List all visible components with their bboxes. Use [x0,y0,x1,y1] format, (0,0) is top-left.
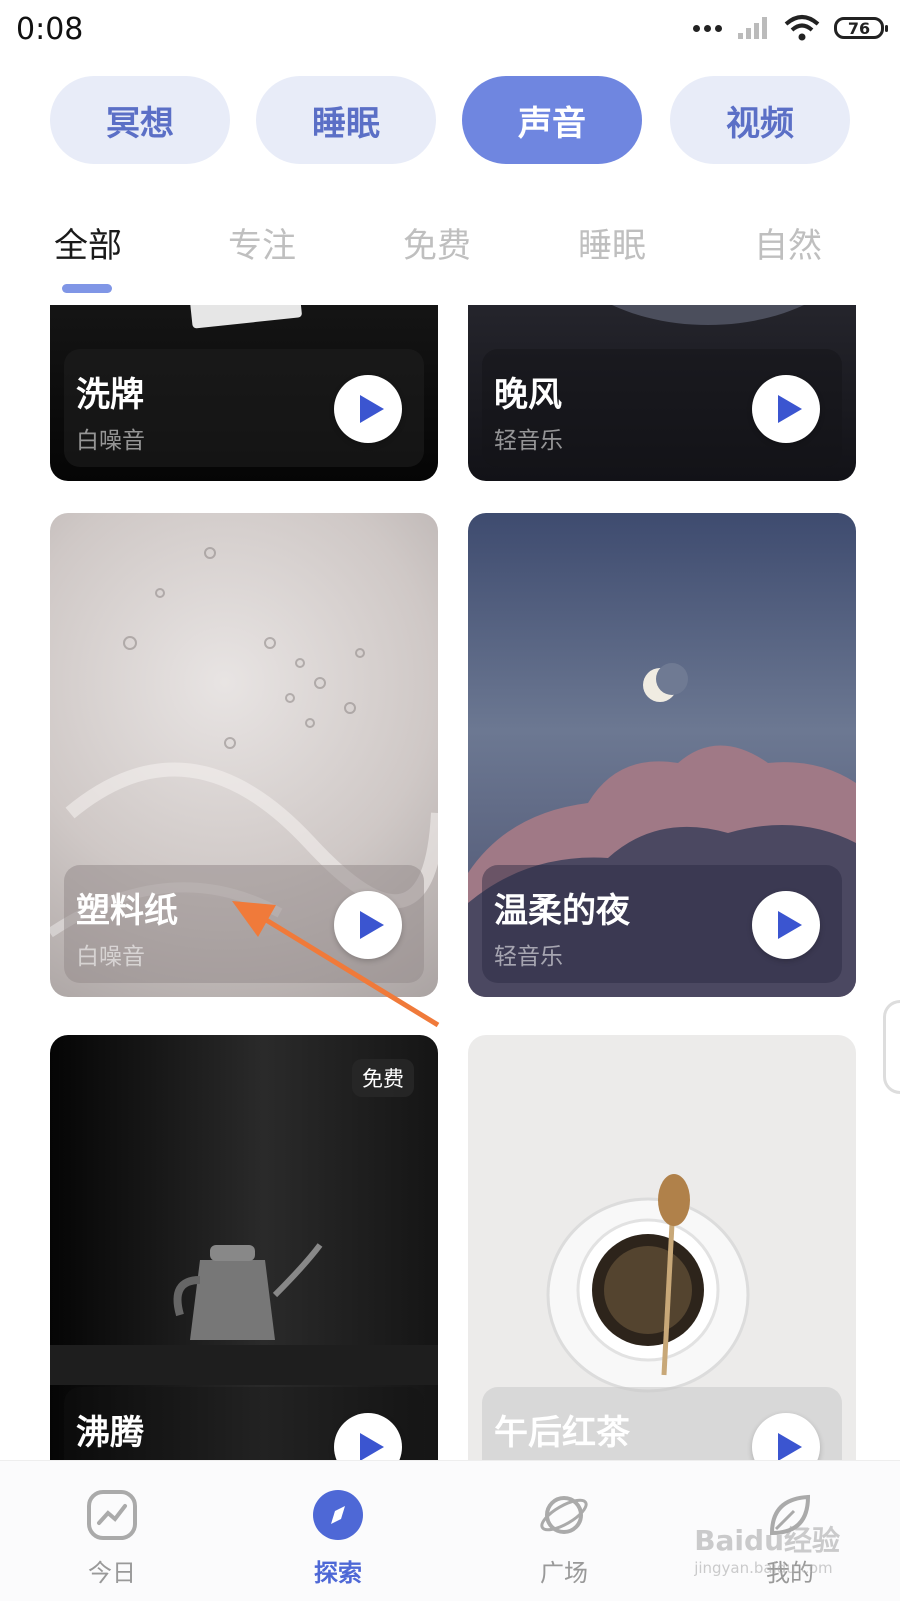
card-info: 塑料纸 白噪音 [64,865,424,983]
edge-scroll-handle[interactable] [883,1000,900,1094]
card-title: 温柔的夜 [494,891,630,931]
card-info: 沸腾 [64,1387,424,1460]
sound-card[interactable]: 温柔的夜 轻音乐 [468,513,856,997]
card-title: 塑料纸 [76,891,178,931]
compass-icon [313,1490,363,1540]
nav-explore[interactable]: 探索 [278,1489,398,1588]
category-pills: 冥想 睡眠 声音 视频 [50,76,850,164]
pill-meditation[interactable]: 冥想 [50,76,230,164]
card-title: 晚风 [494,375,562,415]
play-button[interactable] [334,375,402,443]
tab-all[interactable]: 全部 [28,218,148,267]
nav-label: 今日 [88,1559,136,1587]
sound-grid: 洗牌 白噪音 晚风 轻音乐 塑料纸 白噪音 温柔的夜 轻音乐 免费 沸腾 午后红… [0,305,900,1460]
signal-icon [738,17,767,39]
sound-card[interactable]: 塑料纸 白噪音 [50,513,438,997]
tab-focus[interactable]: 专注 [202,218,322,267]
card-subtitle: 轻音乐 [494,428,563,454]
nav-label: 探索 [314,1559,362,1587]
card-info: 晚风 轻音乐 [482,349,842,467]
card-image [187,305,303,329]
tab-nature[interactable]: 自然 [728,218,848,267]
planet-icon [540,1496,588,1534]
card-info: 温柔的夜 轻音乐 [482,865,842,983]
status-time: 0:08 [16,12,84,47]
play-button[interactable] [752,1413,820,1460]
tab-indicator [62,284,112,293]
card-info: 午后红茶 [482,1387,842,1460]
watermark: Baidu经验 jingyan.baidu.com [694,1519,840,1577]
play-button[interactable] [752,891,820,959]
card-title: 洗牌 [76,375,144,415]
chart-line-icon [87,1490,137,1540]
nav-label: 广场 [540,1559,588,1587]
sound-card[interactable]: 洗牌 白噪音 [50,305,438,481]
bottom-nav: 今日 探索 广场 我的 Baidu经验 jingyan.baidu.com [0,1460,900,1601]
card-subtitle: 白噪音 [76,944,145,970]
pill-sound[interactable]: 声音 [462,76,642,164]
play-button[interactable] [752,375,820,443]
play-button[interactable] [334,1413,402,1460]
wifi-icon [784,15,820,41]
tab-sleep[interactable]: 睡眠 [552,218,672,267]
card-subtitle: 轻音乐 [494,944,563,970]
card-subtitle: 白噪音 [76,428,145,454]
status-bar: 0:08 76 [0,0,900,64]
watermark-logo-text: Baidu经验 [694,1524,840,1557]
nav-square[interactable]: 广场 [504,1489,624,1588]
sound-card[interactable]: 晚风 轻音乐 [468,305,856,481]
more-dots-icon [693,24,722,32]
sound-card[interactable]: 免费 沸腾 [50,1035,438,1460]
play-button[interactable] [334,891,402,959]
card-image [548,305,856,325]
battery-indicator: 76 [834,17,888,39]
nav-today[interactable]: 今日 [52,1489,172,1588]
tab-free[interactable]: 免费 [377,218,497,267]
pill-sleep[interactable]: 睡眠 [256,76,436,164]
card-title: 午后红茶 [494,1413,630,1453]
pill-video[interactable]: 视频 [670,76,850,164]
filter-tabs: 全部 专注 免费 睡眠 自然 [0,210,900,300]
free-badge: 免费 [352,1059,414,1097]
watermark-url: jingyan.baidu.com [694,1559,833,1577]
card-title: 沸腾 [76,1413,144,1453]
sound-card[interactable]: 午后红茶 [468,1035,856,1460]
card-info: 洗牌 白噪音 [64,349,424,467]
